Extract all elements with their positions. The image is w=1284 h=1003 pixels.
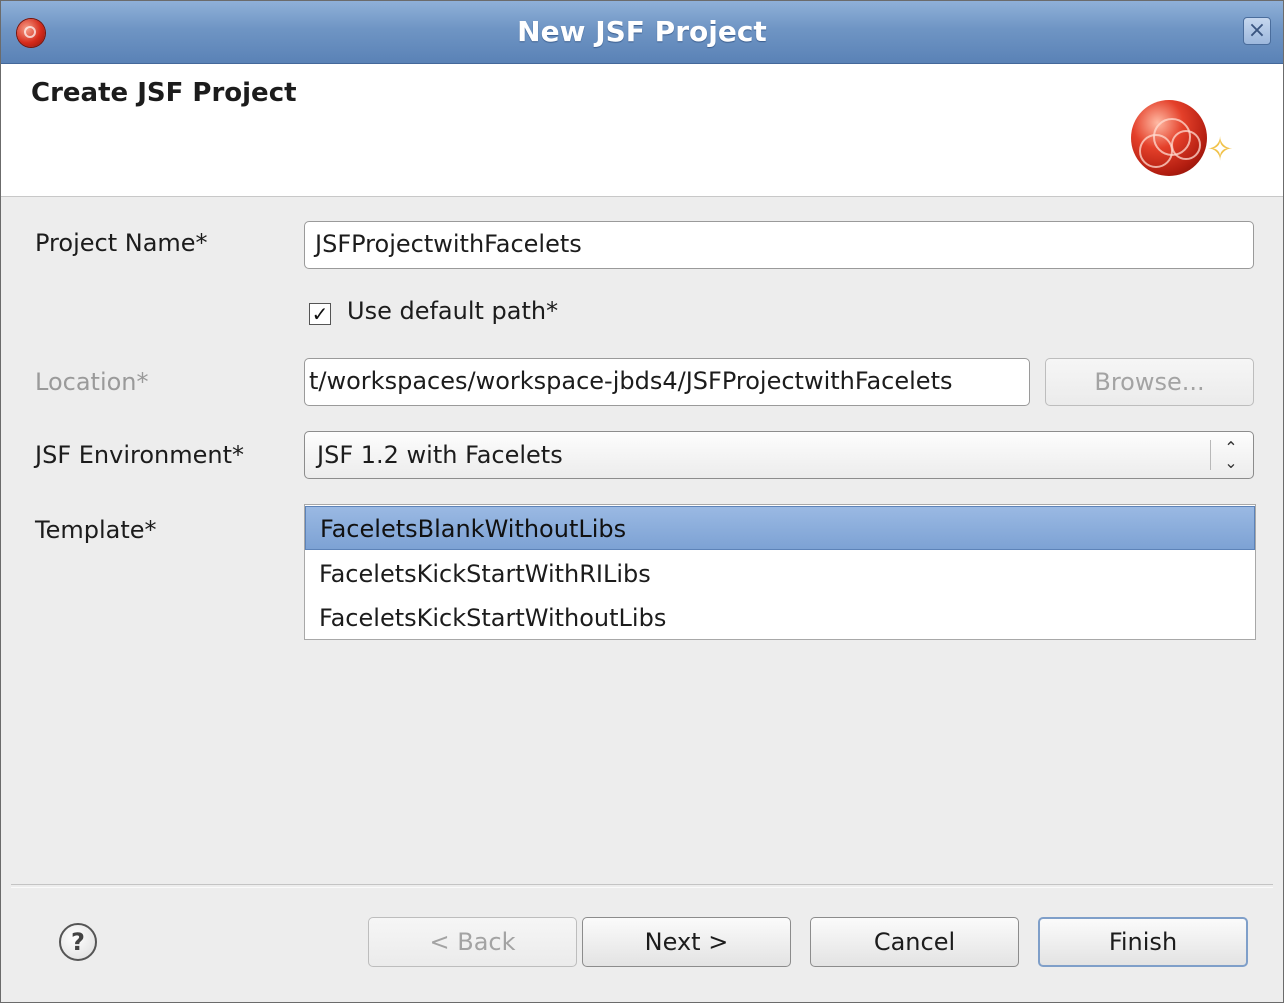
button-bar-separator [11,884,1273,888]
list-item[interactable]: FaceletsKickStartWithRILibs [305,552,1255,596]
new-jsf-project-dialog: New JSF Project × Create JSF Project ✧ P… [0,0,1284,1003]
list-item[interactable]: FaceletsKickStartWithoutLibs [305,596,1255,640]
list-item[interactable]: FaceletsBlankWithoutLibs [305,506,1255,550]
template-list[interactable]: FaceletsBlankWithoutLibs FaceletsKickSta… [304,504,1256,640]
help-icon[interactable]: ? [59,923,97,961]
jsf-environment-value: JSF 1.2 with Facelets [317,441,563,469]
use-default-path-checkbox[interactable]: ✓ [309,303,331,325]
combo-divider [1210,440,1211,470]
next-button[interactable]: Next > [582,917,791,967]
updown-arrows-icon: ⌃ ⌄ [1224,438,1238,472]
jsf-environment-label: JSF Environment* [35,441,244,469]
close-icon: × [1247,18,1267,43]
checkmark-icon: ✓ [311,302,329,326]
browse-button[interactable]: Browse... [1045,358,1254,406]
project-name-input[interactable]: JSFProjectwithFacelets [304,221,1254,269]
finish-button[interactable]: Finish [1038,917,1248,967]
cancel-button[interactable]: Cancel [810,917,1019,967]
close-button[interactable]: × [1243,17,1271,45]
template-label: Template* [35,516,157,544]
wizard-globe-icon [1131,100,1207,176]
location-input[interactable]: t/workspaces/workspace-jbds4/JSFProjectw… [304,358,1030,406]
window-title: New JSF Project [517,15,767,48]
jsf-environment-select[interactable]: JSF 1.2 with Facelets ⌃ ⌄ [304,431,1254,479]
back-button[interactable]: < Back [368,917,577,967]
page-title: Create JSF Project [31,78,297,108]
title-bar[interactable]: New JSF Project × [1,1,1283,64]
use-default-path-label[interactable]: Use default path* [347,297,558,325]
project-name-label: Project Name* [35,229,208,257]
location-label: Location* [35,368,149,396]
wizard-banner: Create JSF Project ✧ [1,64,1283,197]
sparkle-icon: ✧ [1206,130,1234,168]
